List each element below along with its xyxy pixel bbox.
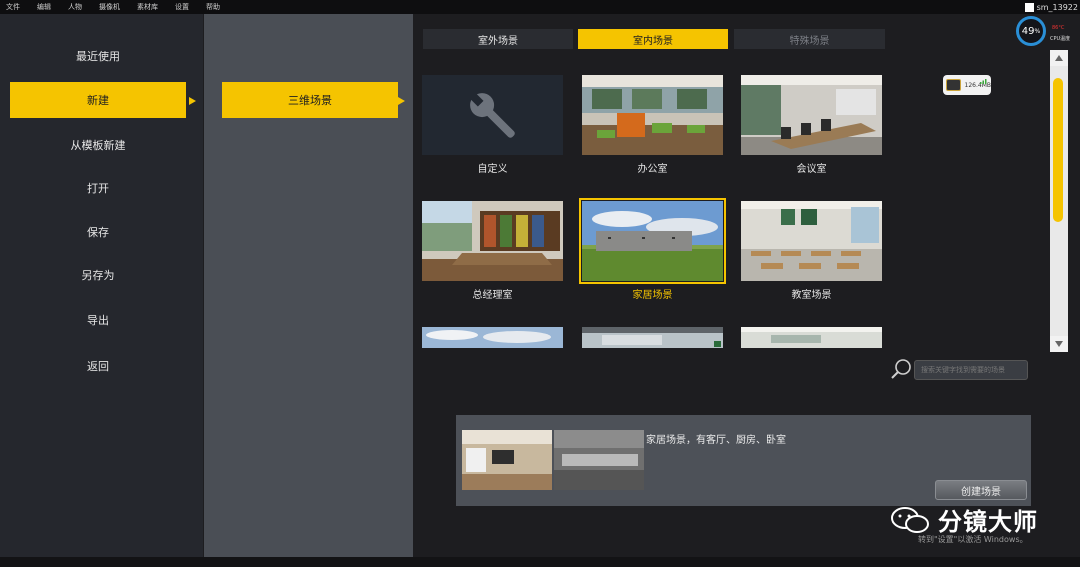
menu-edit[interactable]: 编辑: [37, 2, 51, 12]
manager-office-preview-image: [422, 201, 563, 281]
sub-menu-panel: 三维场景: [204, 14, 413, 557]
scene-card-partial-2[interactable]: [582, 327, 723, 348]
scene-thumb-office[interactable]: [582, 75, 723, 155]
menu-open[interactable]: 打开: [10, 170, 186, 206]
user-account[interactable]: sm_13922: [1024, 1, 1078, 13]
tab-outdoor[interactable]: 室外场景: [423, 29, 573, 49]
cpu-temperature: 86°C: [1052, 25, 1065, 31]
vertical-scrollbar[interactable]: [1050, 50, 1068, 352]
user-name: sm_13922: [1036, 2, 1078, 12]
menu-help[interactable]: 帮助: [206, 2, 220, 12]
create-scene-button[interactable]: 创建场景: [935, 480, 1027, 500]
left-menu-panel: 最近使用 新建 从模板新建 打开 保存 另存为 导出 返回: [0, 14, 203, 557]
search-icon[interactable]: [890, 358, 912, 380]
tab-special[interactable]: 特殊场景: [734, 29, 885, 49]
office-preview-image: [582, 75, 723, 155]
menu-save-as[interactable]: 另存为: [10, 257, 186, 293]
home-preview-image: [582, 201, 723, 281]
scene-card-partial-3[interactable]: [741, 327, 882, 348]
watermark-brand: 分镜大师: [938, 508, 1038, 536]
wechat-logo-icon: [891, 506, 929, 533]
menu-settings[interactable]: 设置: [175, 2, 189, 12]
app-window: 文件 编辑 人物 摄像机 素材库 设置 帮助 sm_13922 最近使用 新建 …: [0, 0, 1080, 567]
partial-preview-image-2: [582, 327, 723, 348]
scene-label-home: 家居场景: [632, 290, 673, 301]
scene-label-office: 办公室: [637, 164, 668, 175]
cpu-usage-value: 49: [1021, 25, 1035, 37]
scene-description-text: 家居场景，有客厅、厨房、卧室: [646, 435, 786, 446]
scene-label-manager-office: 总经理室: [472, 290, 513, 301]
cpu-usage-unit: %: [1034, 27, 1041, 35]
scene-preview-images: [462, 430, 644, 490]
menu-new-arrow-icon: [189, 97, 196, 105]
wrench-icon: [467, 90, 515, 138]
watermark: 分镜大师: [890, 502, 1038, 537]
arrow-up-icon: [1055, 55, 1063, 61]
signal-bars-icon: [980, 79, 987, 84]
cpu-monitor: 49% 86°C CPU温度: [1016, 16, 1080, 46]
partial-preview-image-1: [422, 327, 563, 348]
scene-thumb-manager-office[interactable]: [422, 201, 563, 281]
scene-thumb-meeting-room[interactable]: [741, 75, 882, 155]
menu-characters[interactable]: 人物: [68, 2, 82, 12]
cpu-temperature-label: CPU温度: [1050, 36, 1071, 42]
scrollbar-thumb[interactable]: [1053, 78, 1063, 222]
memory-widget[interactable]: 126.4MB: [943, 75, 991, 95]
scene-description-panel: 家居场景，有客厅、厨房、卧室 创建场景: [456, 415, 1031, 506]
menu-export[interactable]: 导出: [10, 302, 186, 338]
windows-activation-note: 转到"设置"以激活 Windows。: [918, 535, 1028, 544]
menu-back[interactable]: 返回: [10, 348, 186, 384]
tab-indoor[interactable]: 室内场景: [578, 29, 728, 49]
scene-thumb-classroom[interactable]: [741, 201, 882, 281]
bottom-strip: [0, 557, 1080, 567]
partial-preview-image-3: [741, 327, 882, 348]
arrow-down-icon: [1055, 341, 1063, 347]
classroom-preview-image: [741, 201, 882, 281]
scene-card-partial-1[interactable]: [422, 327, 563, 348]
menu-new-from-template[interactable]: 从模板新建: [10, 127, 186, 163]
scene-label-meeting-room: 会议室: [796, 164, 827, 175]
search-input[interactable]: 搜索关键字找到需要的场景: [914, 360, 1028, 380]
memory-chip-icon: [946, 79, 961, 91]
scene-thumb-custom[interactable]: [422, 75, 563, 155]
scroll-up-button[interactable]: [1050, 50, 1068, 66]
menu-save[interactable]: 保存: [10, 214, 186, 250]
scene-label-custom: 自定义: [477, 164, 508, 175]
submenu-3d-scene[interactable]: 三维场景: [222, 82, 398, 118]
scene-label-classroom: 教室场景: [791, 290, 832, 301]
meeting-room-preview-image: [741, 75, 882, 155]
menu-camera[interactable]: 摄像机: [99, 2, 120, 12]
scroll-down-button[interactable]: [1050, 336, 1068, 352]
menu-recent[interactable]: 最近使用: [10, 38, 186, 74]
menu-file[interactable]: 文件: [6, 2, 20, 12]
menu-bar: 文件 编辑 人物 摄像机 素材库 设置 帮助: [0, 0, 1080, 14]
menu-asset-library[interactable]: 素材库: [137, 2, 158, 12]
cpu-usage-gauge: 49%: [1016, 16, 1046, 46]
menu-new[interactable]: 新建: [10, 82, 186, 118]
submenu-arrow-icon: [398, 97, 405, 105]
user-checkbox[interactable]: [1024, 2, 1034, 12]
scene-thumb-home[interactable]: [579, 198, 726, 284]
